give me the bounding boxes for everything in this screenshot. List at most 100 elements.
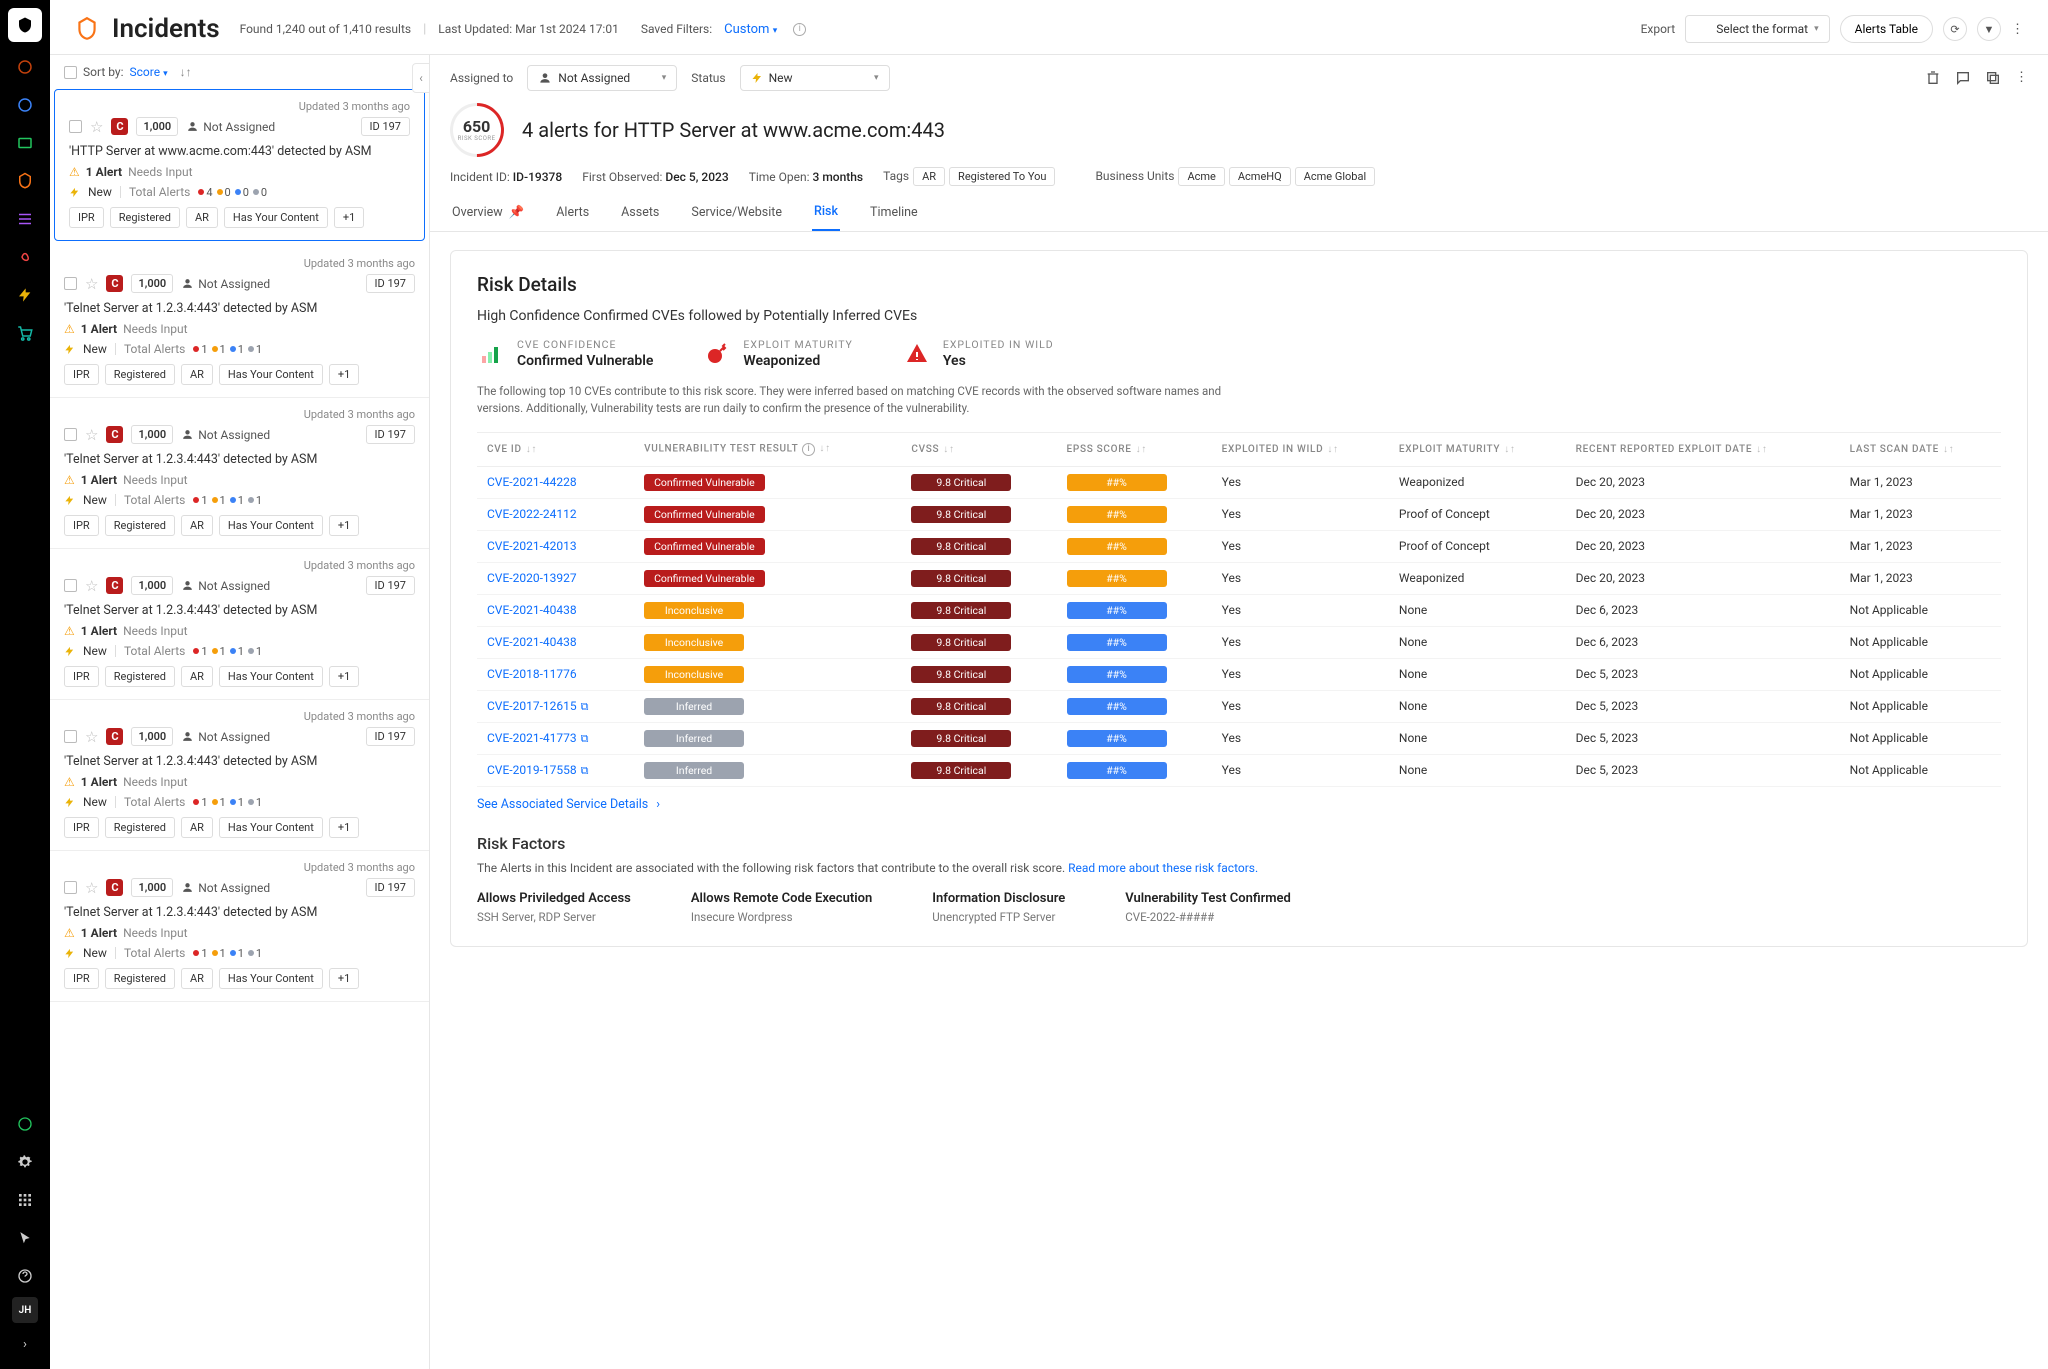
tag-chip[interactable]: IPR [64, 666, 99, 687]
star-icon[interactable]: ☆ [85, 879, 98, 897]
tab-servicewebsite[interactable]: Service/Website [689, 196, 784, 231]
filter-icon[interactable]: ▼ [1977, 17, 2001, 41]
tag-chip[interactable]: IPR [64, 817, 99, 838]
suppress-icon[interactable] [1925, 70, 1941, 86]
cve-link[interactable]: CVE-2021-41773 [487, 731, 577, 745]
comment-icon[interactable] [1955, 70, 1971, 86]
format-select[interactable]: Select the format ▾ [1685, 15, 1829, 43]
tag-chip[interactable]: Has Your Content [219, 817, 323, 838]
rail-item-2[interactable] [8, 88, 42, 122]
incident-card[interactable]: Updated 3 months ago ☆ C 1,000 Not Assig… [50, 247, 429, 398]
info-icon[interactable]: i [793, 23, 806, 36]
tab-timeline[interactable]: Timeline [868, 196, 920, 231]
tag-chip[interactable]: AR [181, 515, 213, 536]
tag-chip[interactable]: Has Your Content [219, 515, 323, 536]
card-checkbox[interactable] [69, 120, 82, 133]
apps-icon[interactable] [8, 1183, 42, 1217]
col-header[interactable]: CVE ID↓↑ [477, 432, 634, 466]
user-avatar[interactable]: JH [12, 1297, 38, 1323]
incident-card[interactable]: Updated 3 months ago ☆ C 1,000 Not Assig… [50, 549, 429, 700]
col-header[interactable]: LAST SCAN DATE↓↑ [1840, 432, 2001, 466]
tag-chip[interactable]: +1 [329, 968, 359, 989]
cve-link[interactable]: CVE-2021-44228 [487, 475, 577, 489]
status-select[interactable]: New ▾ [740, 65, 890, 91]
cve-link[interactable]: CVE-2021-42013 [487, 539, 577, 553]
tag-chip[interactable]: AR [181, 817, 213, 838]
tag-chip[interactable]: Has Your Content [219, 666, 323, 687]
saved-filters-value[interactable]: Custom ▾ [724, 22, 777, 37]
tag-chip[interactable]: +1 [329, 515, 359, 536]
tag-chip[interactable]: AR [181, 364, 213, 385]
rail-item-8[interactable] [8, 316, 42, 350]
copy-icon[interactable] [1985, 70, 2001, 86]
rail-item-4[interactable] [8, 164, 42, 198]
sort-select[interactable]: Score ▾ [130, 65, 168, 79]
see-service-link[interactable]: See Associated Service Details › [477, 797, 660, 812]
rail-item-6[interactable] [8, 240, 42, 274]
col-header[interactable]: EXPLOITED IN WILD↓↑ [1212, 432, 1389, 466]
card-checkbox[interactable] [64, 881, 77, 894]
star-icon[interactable]: ☆ [90, 118, 103, 136]
cve-link[interactable]: CVE-2018-11776 [487, 667, 577, 681]
col-header[interactable]: EPSS SCORE↓↑ [1057, 432, 1212, 466]
star-icon[interactable]: ☆ [85, 577, 98, 595]
tag-chip[interactable]: AR [186, 207, 218, 228]
expand-icon[interactable]: › [8, 1327, 42, 1361]
select-all-checkbox[interactable] [64, 66, 77, 79]
alerts-table-button[interactable]: Alerts Table [1840, 15, 1933, 43]
tag-chip[interactable]: Has Your Content [219, 364, 323, 385]
rail-item-5[interactable] [8, 202, 42, 236]
external-link-icon[interactable]: ⧉ [581, 700, 589, 713]
detail-more-icon[interactable]: ⋮ [2015, 70, 2028, 86]
assigned-select[interactable]: Not Assigned ▾ [527, 65, 677, 91]
card-checkbox[interactable] [64, 428, 77, 441]
cursor-icon[interactable] [8, 1221, 42, 1255]
tag-chip[interactable]: +1 [329, 666, 359, 687]
business-unit[interactable]: AcmeHQ [1229, 167, 1291, 186]
rail-item-1[interactable] [8, 50, 42, 84]
question-icon[interactable] [8, 1259, 42, 1293]
rail-help-icon[interactable] [8, 1107, 42, 1141]
external-link-icon[interactable]: ⧉ [581, 732, 589, 745]
col-header[interactable]: VULNERABILITY TEST RESULTi↓↑ [634, 432, 901, 466]
tag-chip[interactable]: +1 [329, 364, 359, 385]
tab-assets[interactable]: Assets [619, 196, 661, 231]
sort-direction-icon[interactable]: ↓↑ [180, 65, 192, 79]
star-icon[interactable]: ☆ [85, 426, 98, 444]
tag-chip[interactable]: Registered [105, 968, 175, 989]
col-header[interactable]: CVSS↓↑ [901, 432, 1056, 466]
tag[interactable]: Registered To You [949, 167, 1055, 186]
tag-chip[interactable]: Registered [105, 817, 175, 838]
star-icon[interactable]: ☆ [85, 275, 98, 293]
external-link-icon[interactable]: ⧉ [581, 764, 589, 777]
cve-link[interactable]: CVE-2020-13927 [487, 571, 577, 585]
cve-link[interactable]: CVE-2021-40438 [487, 635, 577, 649]
refresh-icon[interactable]: ⟳ [1943, 17, 1967, 41]
cve-link[interactable]: CVE-2021-40438 [487, 603, 577, 617]
tag-chip[interactable]: Registered [105, 515, 175, 536]
tag-chip[interactable]: AR [181, 666, 213, 687]
cve-link[interactable]: CVE-2022-24112 [487, 507, 577, 521]
tag-chip[interactable]: IPR [69, 207, 104, 228]
business-unit[interactable]: Acme Global [1295, 167, 1375, 186]
tag-chip[interactable]: +1 [329, 817, 359, 838]
tag-chip[interactable]: IPR [64, 364, 99, 385]
rail-item-7[interactable] [8, 278, 42, 312]
card-checkbox[interactable] [64, 277, 77, 290]
tag-chip[interactable]: Registered [110, 207, 180, 228]
tag-chip[interactable]: AR [181, 968, 213, 989]
collapse-list-button[interactable]: ‹ [412, 63, 430, 93]
settings-icon[interactable] [8, 1145, 42, 1179]
tag-chip[interactable]: IPR [64, 515, 99, 536]
incident-card[interactable]: Updated 3 months ago ☆ C 1,000 Not Assig… [54, 89, 425, 241]
risk-factors-link[interactable]: Read more about these risk factors. [1068, 861, 1258, 875]
logo-icon[interactable] [8, 8, 42, 42]
more-icon[interactable]: ⋮ [2011, 22, 2024, 37]
tab-risk[interactable]: Risk [812, 196, 840, 231]
tab-overview[interactable]: Overview 📌 [450, 196, 526, 231]
tag-chip[interactable]: Has Your Content [219, 968, 323, 989]
cve-link[interactable]: CVE-2017-12615 [487, 699, 577, 713]
tab-alerts[interactable]: Alerts [554, 196, 591, 231]
tag-chip[interactable]: Has Your Content [224, 207, 328, 228]
tag-chip[interactable]: +1 [334, 207, 364, 228]
